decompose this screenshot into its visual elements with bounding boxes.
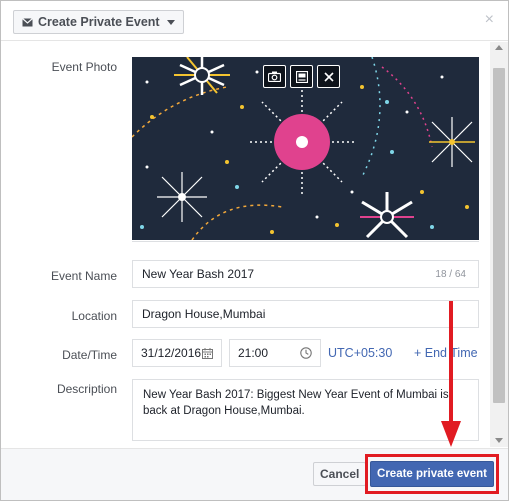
envelope-icon — [22, 17, 33, 26]
location-value: Dragon House,Mumbai — [142, 307, 266, 321]
remove-photo-icon — [323, 71, 334, 82]
time-value: 21:00 — [238, 346, 269, 360]
timezone-link[interactable]: UTC+05:30 — [328, 346, 392, 360]
scrollbar[interactable] — [490, 42, 508, 447]
scroll-down-icon[interactable] — [495, 438, 503, 443]
scrollbar-thumb[interactable] — [493, 68, 505, 403]
create-private-event-button[interactable]: Create private event — [370, 461, 494, 487]
event-name-label: Event Name — [50, 269, 117, 283]
event-name-value: New Year Bash 2017 — [142, 267, 255, 281]
dialog-footer: Cancel Create private event — [1, 448, 508, 500]
photo-album-icon — [295, 70, 308, 83]
event-name-field[interactable]: New Year Bash 2017 18 / 64 — [132, 260, 479, 288]
calendar-icon — [202, 347, 213, 359]
datetime-label: Date/Time — [62, 348, 117, 362]
create-event-dialog: Create Private Event × Event Photo Event… — [0, 0, 509, 501]
upload-photo-button[interactable] — [263, 65, 286, 88]
scroll-up-icon[interactable] — [495, 45, 503, 50]
clock-icon — [300, 347, 312, 359]
description-field[interactable]: New Year Bash 2017: Biggest New Year Eve… — [132, 379, 479, 441]
event-photo-label: Event Photo — [51, 60, 117, 74]
cancel-button[interactable]: Cancel — [313, 462, 367, 486]
location-label: Location — [71, 309, 117, 323]
add-end-time-link[interactable]: + End Time — [414, 346, 478, 360]
photo-divider — [132, 241, 479, 242]
description-label: Description — [56, 382, 117, 396]
caret-down-icon — [166, 19, 175, 25]
form-scroll-area: Event Photo Event Name New Year Bash 201… — [1, 42, 490, 447]
event-type-dropdown[interactable]: Create Private Event — [13, 10, 184, 34]
remove-photo-button[interactable] — [317, 65, 340, 88]
event-name-counter: 18 / 64 — [435, 269, 466, 280]
date-field[interactable]: 31/12/2016 — [132, 339, 222, 367]
date-value: 31/12/2016 — [141, 346, 202, 360]
close-icon[interactable]: × — [485, 11, 494, 29]
dialog-header: Create Private Event × — [1, 1, 508, 41]
event-type-label: Create Private Event — [38, 15, 160, 29]
camera-icon — [268, 71, 281, 82]
time-field[interactable]: 21:00 — [229, 339, 321, 367]
location-field[interactable]: Dragon House,Mumbai — [132, 300, 479, 328]
choose-photo-button[interactable] — [290, 65, 313, 88]
